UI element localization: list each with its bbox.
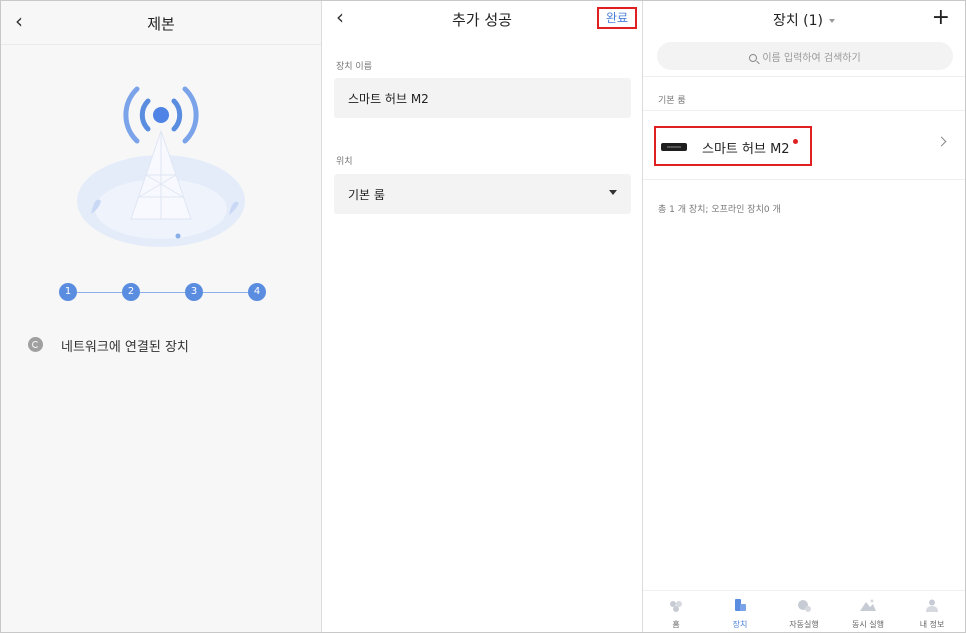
panel-add-success: ‹ 추가 성공 완료 장치 이름 스마트 허브 M2 위치 기본 룸 [322, 1, 642, 632]
dropdown-caret-icon [609, 190, 617, 195]
room-label: 기본 룸 [658, 96, 686, 106]
tab-automation-label: 자동실행 [789, 620, 819, 629]
search-placeholder-wrap: 이름 입력하여 검색하기 [657, 49, 953, 64]
device-total-summary: 총 1 개 장치; 오프라인 장치0 개 [658, 205, 781, 215]
chevron-right-icon [936, 136, 947, 147]
step-connector [203, 292, 248, 293]
bottom-tab-bar: 홈 장치 자동실행 동시 실행 내 정보 [643, 590, 965, 632]
divider [643, 76, 965, 77]
device-name-label: 장치 이름 [336, 62, 372, 72]
done-button[interactable]: 완료 [597, 7, 637, 29]
connection-status-text: 네트워크에 연결된 장치 [61, 340, 189, 355]
device-icon [735, 599, 746, 611]
dropdown-caret-icon [829, 19, 836, 23]
progress-steps: 1 2 3 4 [59, 283, 269, 303]
device-name-text: 스마트 허브 M2 [702, 142, 790, 157]
search-input[interactable]: 이름 입력하여 검색하기 [657, 42, 953, 70]
divider [643, 179, 965, 180]
step-connector [77, 292, 122, 293]
tab-home[interactable]: 홈 [644, 591, 708, 632]
tab-scene[interactable]: 동시 실행 [836, 591, 900, 632]
add-device-icon[interactable]: + [932, 5, 950, 31]
header: ‹ 제본 [1, 1, 321, 45]
step-4: 4 [248, 283, 266, 301]
device-count-title-text: 장치 (1) [772, 13, 824, 29]
tab-profile-label: 내 정보 [919, 620, 945, 629]
location-label: 위치 [336, 157, 353, 167]
tab-devices-label: 장치 [732, 620, 748, 629]
search-icon [749, 54, 758, 62]
location-value: 기본 룸 [348, 188, 385, 202]
search-placeholder: 이름 입력하여 검색하기 [762, 53, 861, 64]
panel-reset: ‹ 제본 1 2 3 4 네트워크에 연결된 장치 [1, 1, 321, 632]
device-count-title[interactable]: 장치 (1) [643, 10, 965, 30]
step-1: 1 [59, 283, 77, 301]
new-badge-dot [792, 139, 798, 144]
device-name-input[interactable]: 스마트 허브 M2 [334, 78, 631, 118]
step-2: 2 [122, 283, 140, 301]
header: ‹ 추가 성공 완료 [322, 1, 642, 33]
tab-home-label: 홈 [672, 620, 680, 629]
tab-profile[interactable]: 내 정보 [900, 591, 964, 632]
profile-icon [926, 599, 938, 612]
location-select[interactable]: 기본 룸 [334, 174, 631, 214]
tab-scene-label: 동시 실행 [852, 620, 884, 629]
tab-devices[interactable]: 장치 [708, 591, 772, 632]
header: 장치 (1) + [643, 1, 965, 39]
step-connector [140, 292, 185, 293]
panel-device-list: 장치 (1) + 이름 입력하여 검색하기 기본 룸 스마트 허브 M2 총 1… [643, 1, 965, 632]
page-title: 추가 성공 [452, 11, 512, 29]
automation-icon [798, 600, 811, 612]
device-name: 스마트 허브 M2 [702, 138, 798, 157]
scene-icon [860, 599, 876, 611]
device-row[interactable]: 스마트 허브 M2 [643, 111, 965, 179]
signal-tower-illustration [77, 86, 245, 247]
tab-automation[interactable]: 자동실행 [772, 591, 836, 632]
page-title: 제본 [147, 15, 175, 33]
loading-spinner-icon [28, 337, 43, 352]
step-3: 3 [185, 283, 203, 301]
home-icon [670, 601, 682, 612]
smart-hub-icon [661, 143, 687, 151]
device-name-value: 스마트 허브 M2 [348, 92, 429, 106]
